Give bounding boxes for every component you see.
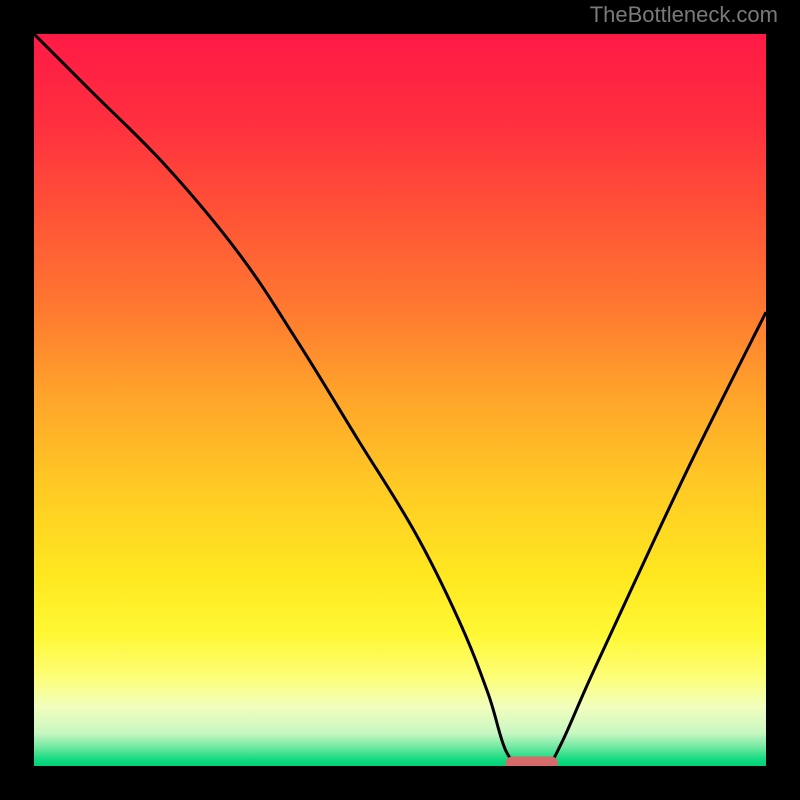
plot-svg: [34, 34, 766, 766]
chart-frame: TheBottleneck.com: [0, 0, 800, 800]
watermark-text: TheBottleneck.com: [590, 2, 778, 28]
plot-area: [34, 34, 766, 766]
optimal-marker: [506, 757, 557, 766]
